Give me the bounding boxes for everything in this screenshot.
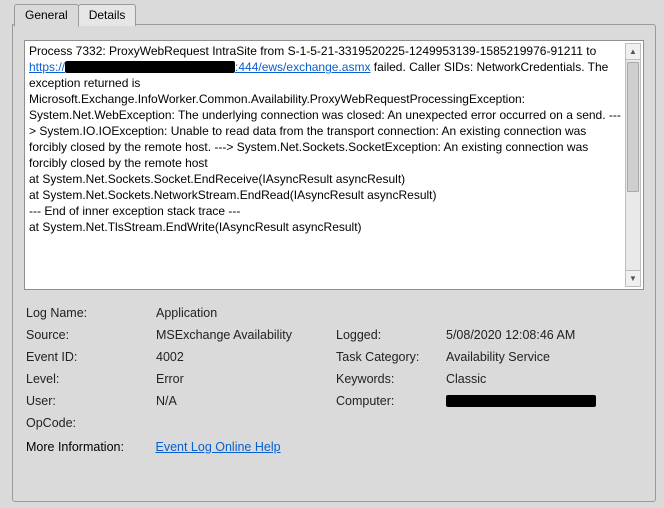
computer-value [446,394,644,408]
source-label: Source: [26,328,156,342]
desc-prelink: Process 7332: ProxyWebRequest IntraSite … [29,44,596,58]
description-scrollbar[interactable]: ▲ ▼ [625,43,641,287]
log-name-value: Application [156,306,644,320]
scroll-thumb[interactable] [627,62,639,192]
more-info-row: More Information: Event Log Online Help [24,440,644,454]
opcode-value [156,416,644,430]
logged-label: Logged: [336,328,446,342]
url-prefix: https:// [29,60,65,74]
source-value: MSExchange Availability [156,328,336,342]
keywords-value: Classic [446,372,644,386]
level-label: Level: [26,372,156,386]
more-info-label: More Information: [26,440,152,454]
url-suffix: :444/ews/exchange.asmx [235,60,370,74]
tab-general[interactable]: General [14,4,79,27]
event-fields-grid: Log Name: Application Source: MSExchange… [24,306,644,430]
user-value: N/A [156,394,336,408]
task-category-value: Availability Service [446,350,644,364]
event-properties-panel: General Details Process 7332: ProxyWebRe… [0,0,664,508]
redacted-host [65,61,235,73]
task-category-label: Task Category: [336,350,446,364]
scroll-up-button[interactable]: ▲ [626,44,640,60]
event-id-value: 4002 [156,350,336,364]
stack-line-1: at System.Net.Sockets.NetworkStream.EndR… [29,188,436,202]
proxy-url-link[interactable]: https:// :444/ews/exchange.asmx [29,60,370,74]
computer-label: Computer: [336,394,446,408]
general-panel: Process 7332: ProxyWebRequest IntraSite … [12,24,656,502]
logged-value: 5/08/2020 12:08:46 AM [446,328,644,342]
tabstrip: General Details [14,4,135,26]
level-value: Error [156,372,336,386]
scroll-down-button[interactable]: ▼ [626,270,640,286]
event-log-online-help-link[interactable]: Event Log Online Help [155,440,280,454]
stack-line-2: --- End of inner exception stack trace -… [29,204,240,218]
desc-postlink: failed. Caller SIDs: NetworkCredentials.… [29,60,621,170]
stack-line-0: at System.Net.Sockets.Socket.EndReceive(… [29,172,405,186]
keywords-label: Keywords: [336,372,446,386]
event-description-text[interactable]: Process 7332: ProxyWebRequest IntraSite … [29,43,623,287]
log-name-label: Log Name: [26,306,156,320]
user-label: User: [26,394,156,408]
redacted-computer [446,395,596,407]
stack-line-3: at System.Net.TlsStream.EndWrite(IAsyncR… [29,220,362,234]
tab-details[interactable]: Details [78,4,137,26]
opcode-label: OpCode: [26,416,156,430]
event-description-box[interactable]: Process 7332: ProxyWebRequest IntraSite … [24,40,644,290]
event-id-label: Event ID: [26,350,156,364]
